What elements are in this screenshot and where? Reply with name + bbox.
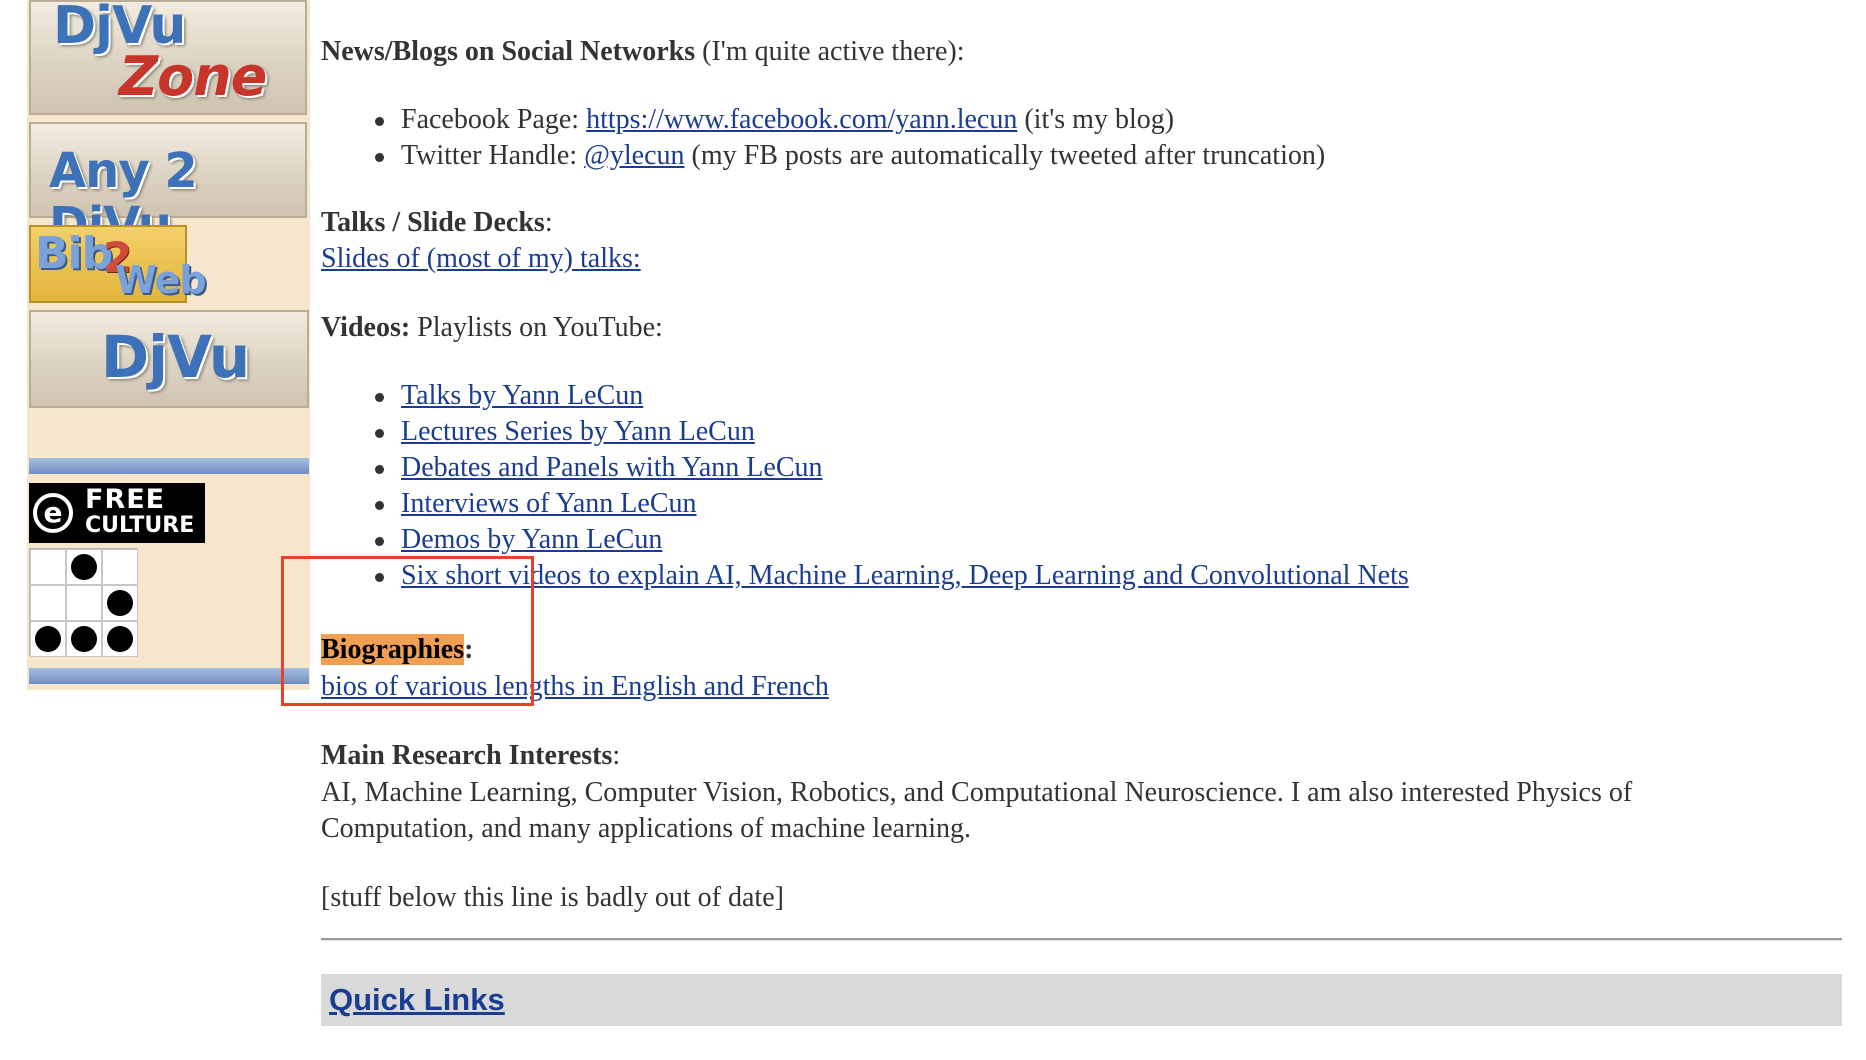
quick-links-link[interactable]: Quick Links [329,982,505,1018]
sidebar-divider [29,668,309,684]
bib2web-logo-bib: Bib [35,228,113,279]
glider-cell-empty [30,585,66,621]
out-of-date-notice: [stuff below this line is badly out of d… [321,882,784,913]
facebook-label: Facebook Page: [401,104,587,135]
list-item: Six short videos to explain AI, Machine … [375,558,1409,594]
videos-section-title: Videos: Playlists on YouTube: [321,310,663,346]
research-section-title: Main Research Interests: [321,738,620,774]
glider-cell-filled [30,621,66,657]
news-heading: News/Blogs on Social Networks [321,36,696,67]
talks-heading: Talks / Slide Decks [321,207,545,238]
djvu-zone-logo[interactable]: DjVu Zone [29,0,307,115]
biographies-colon: : [464,634,474,665]
playlist-debates-link[interactable]: Debates and Panels with Yann LeCun [401,452,823,483]
free-culture-line1: FREE [85,484,166,515]
playlist-talks-link[interactable]: Talks by Yann LeCun [401,380,643,411]
quick-links-bar: Quick Links [321,974,1842,1026]
djvu-logo[interactable]: DjVu [29,310,309,408]
twitter-link[interactable]: @ylecun [584,140,684,171]
playlist-short-videos-link[interactable]: Six short videos to explain AI, Machine … [401,560,1409,591]
sidebar-divider [29,458,309,474]
bib2web-logo[interactable]: Bib 2 Web [29,225,207,303]
list-item: Talks by Yann LeCun [375,378,1409,414]
research-colon: : [612,740,621,771]
slides-link[interactable]: Slides of (most of my) talks: [321,243,641,274]
list-item: Facebook Page: https://www.facebook.com/… [374,102,1325,138]
djvu-zone-logo-bottom: Zone [119,45,267,108]
list-item: Debates and Panels with Yann LeCun [375,450,1409,486]
hacker-glider-icon[interactable] [29,548,138,657]
bib2web-logo-web: Web [115,258,207,302]
videos-note: Playlists on YouTube: [410,312,663,343]
biographies-heading: Biographies [321,634,465,665]
glider-cell-filled [102,585,138,621]
talks-section-title: Talks / Slide Decks: [321,205,553,241]
playlist-demos-link[interactable]: Demos by Yann LeCun [401,524,662,555]
glider-cell-filled [66,549,102,585]
list-item: Twitter Handle: @ylecun (my FB posts are… [374,138,1326,174]
facebook-link[interactable]: https://www.facebook.com/yann.lecun [586,104,1017,135]
free-culture-icon: e [33,493,73,533]
any2djvu-logo[interactable]: Any 2 DjVu [29,122,307,252]
list-item: Lectures Series by Yann LeCun [375,414,1409,450]
glider-cell-empty [102,549,138,585]
biographies-section-title: Biographies: [321,632,473,668]
biographies-link-row: bios of various lengths in English and F… [321,669,829,705]
social-links-list: Facebook Page: https://www.facebook.com/… [374,102,1326,174]
djvu-logo-text: DjVu [101,323,250,391]
sidebar: DjVu Zone Any 2 DjVu Bib 2 Web DjVu e FR… [27,0,310,690]
horizontal-rule [321,938,1842,941]
list-item: Interviews of Yann LeCun [375,486,1409,522]
bios-link[interactable]: bios of various lengths in English and F… [321,671,829,702]
news-section-title: News/Blogs on Social Networks (I'm quite… [321,34,965,70]
free-culture-badge[interactable]: e FREE CULTURE [29,483,205,543]
research-text-line1: AI, Machine Learning, Computer Vision, R… [321,777,1633,808]
videos-heading: Videos: [321,312,411,343]
glider-cell-filled [102,621,138,657]
twitter-suffix: (my FB posts are automatically tweeted a… [684,140,1326,171]
glider-cell-empty [30,549,66,585]
news-note: (I'm quite active there): [695,36,965,67]
twitter-label: Twitter Handle: [401,140,585,171]
list-item: Demos by Yann LeCun [375,522,1409,558]
playlist-interviews-link[interactable]: Interviews of Yann LeCun [401,488,697,519]
free-culture-line2: CULTURE [85,513,195,538]
video-playlists-list: Talks by Yann LeCun Lectures Series by Y… [375,378,1409,594]
glider-cell-empty [66,585,102,621]
research-text-line2: Computation, and many applications of ma… [321,813,972,844]
glider-cell-filled [66,621,102,657]
playlist-lectures-link[interactable]: Lectures Series by Yann LeCun [401,416,755,447]
facebook-suffix: (it's my blog) [1017,104,1175,135]
research-heading: Main Research Interests [321,740,613,771]
talks-link-row: Slides of (most of my) talks: [321,241,641,277]
talks-colon: : [544,207,553,238]
